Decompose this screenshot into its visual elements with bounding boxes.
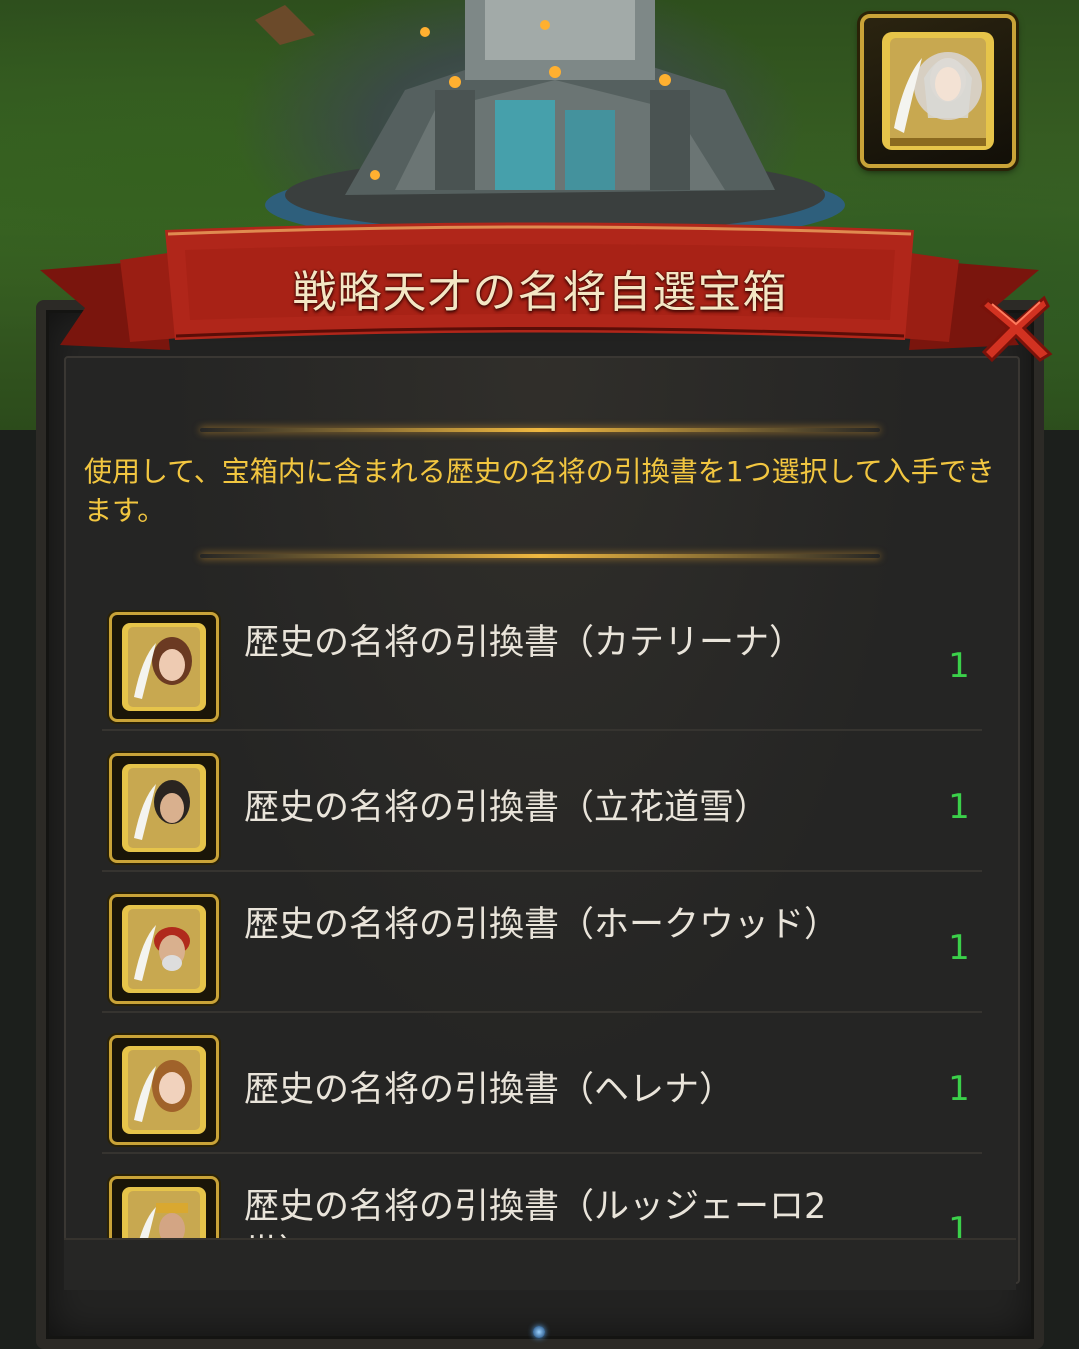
list-item[interactable]: 歴史の名将の引換書（ヘレナ） 1 [64,1013,1016,1154]
item-count: 1 [948,646,970,686]
gem-ornament-icon [533,1326,545,1338]
close-x-icon[interactable] [978,292,1054,364]
item-name: 歴史の名将の引換書（ヘレナ） [244,1070,735,1110]
list-item[interactable]: 歴史の名将の引換書（立花道雪） 1 [64,731,1016,872]
gold-divider-top [200,428,880,432]
item-name: 歴史の名将の引換書（カテリーナ） [244,623,805,663]
portrait-scroll-icon [109,612,219,722]
castle-illustration [255,0,845,245]
item-count: 1 [948,1210,970,1238]
gold-divider-bottom [200,554,880,558]
item-count: 1 [948,787,970,827]
list-item[interactable]: 歴史の名将の引換書（ホークウッド） 1 [64,872,1016,1013]
item-list[interactable]: 歴史の名将の引換書（カテリーナ） 1 歴史の名将の引換書（立花道雪） 1 歴史の… [64,580,1016,1238]
item-name: 歴史の名将の引換書（ルッジェーロ2世） [244,1187,827,1238]
reward-item-icon[interactable] [860,14,1016,168]
portrait-scroll-icon [109,1035,219,1145]
item-count: 1 [948,1069,970,1109]
item-name: 歴史の名将の引換書（立花道雪） [244,788,770,828]
commander-scroll-icon [882,32,994,150]
dialog-footer [64,1238,1016,1290]
description-text: 使用して、宝箱内に含まれる歴史の名将の引換書を1つ選択して入手できます。 [84,455,995,527]
item-count: 1 [948,928,970,968]
portrait-scroll-icon [109,1176,219,1238]
list-item[interactable]: 歴史の名将の引換書（カテリーナ） 1 [64,590,1016,731]
item-name: 歴史の名将の引換書（ホークウッド） [244,905,840,945]
dialog-title: 戦略天才の名将自選宝箱 [292,267,788,318]
portrait-scroll-icon [109,894,219,1004]
portrait-scroll-icon [109,753,219,863]
list-item[interactable]: 歴史の名将の引換書（ルッジェーロ2世） 1 [64,1154,1016,1238]
